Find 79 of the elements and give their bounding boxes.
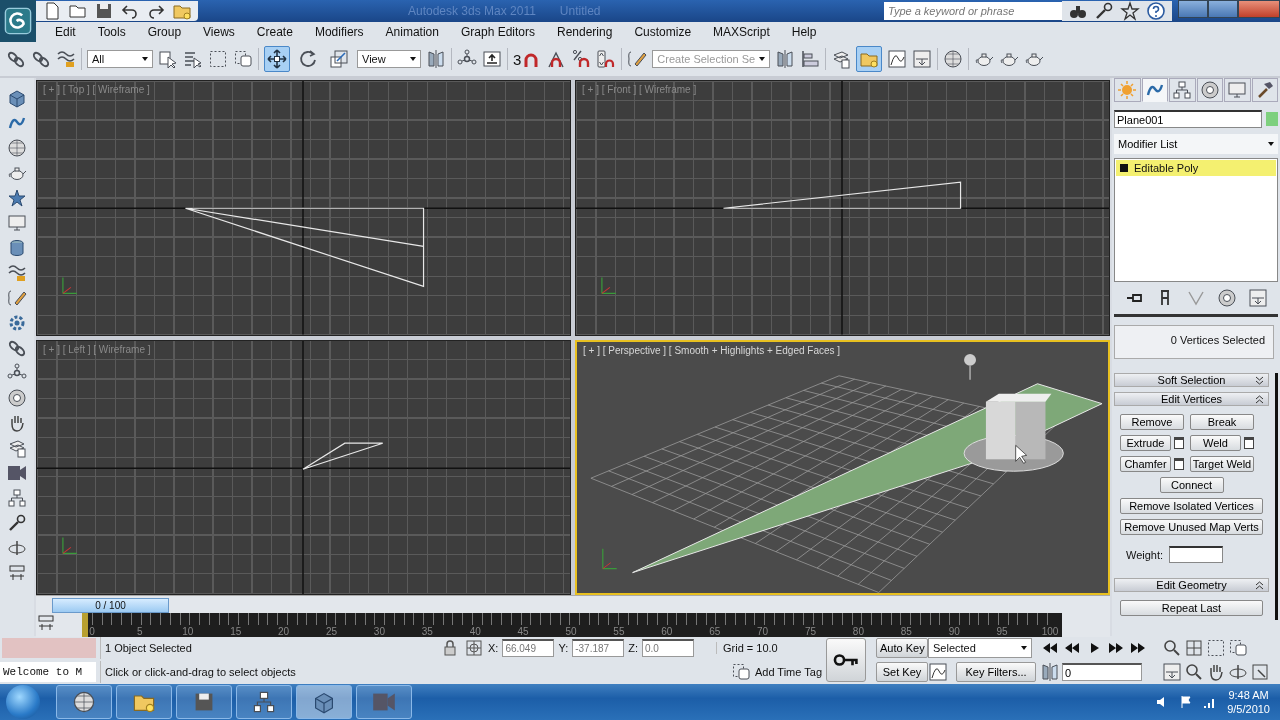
frame-number: 30 — [373, 626, 385, 637]
coordinate-label: Y: — [558, 642, 569, 654]
frame-field[interactable]: 0 — [1062, 663, 1142, 681]
menu-item[interactable]: Group — [136, 23, 193, 41]
menu-item[interactable]: Tools — [86, 23, 137, 41]
coordinate-field[interactable]: -37.187 — [572, 639, 625, 657]
coordinate-label: X: — [488, 642, 499, 654]
menu-item[interactable]: Create — [245, 23, 304, 41]
panel-button[interactable]: Chamfer — [1120, 456, 1171, 472]
frame-number: 15 — [230, 626, 242, 637]
object-name-field[interactable]: Plane001 — [1114, 110, 1262, 128]
search-field[interactable]: Type a keyword or phrase — [884, 2, 1062, 20]
time-slider[interactable]: 0 / 100 — [36, 595, 1110, 613]
menu-item[interactable]: Views — [192, 23, 246, 41]
selection-info: 0 Vertices Selected — [1114, 325, 1274, 359]
menu-item[interactable]: MAXScript — [702, 23, 781, 41]
panel-button[interactable]: Weld — [1190, 435, 1241, 451]
key-filters-button[interactable]: Key Filters... — [956, 662, 1036, 682]
frame-number: 100 — [1041, 626, 1059, 637]
frame-number: 85 — [900, 626, 912, 637]
set-key-button[interactable]: Set Key — [876, 662, 928, 682]
rollout-header[interactable]: Edit Vertices — [1114, 392, 1269, 406]
frame-number: 10 — [182, 626, 194, 637]
weight-label: Weight: — [1126, 548, 1164, 561]
frame-number: 75 — [804, 626, 817, 637]
menu-item[interactable]: Customize — [623, 23, 703, 41]
panel-button[interactable]: Target Weld — [1190, 456, 1254, 472]
coordinate-field[interactable]: 0.0 — [642, 639, 694, 657]
reference-coordinate-dropdown[interactable]: View — [357, 50, 421, 68]
frame-number: 50 — [565, 626, 577, 637]
frame-number: 80 — [852, 626, 864, 637]
selection-filter-dropdown[interactable]: All — [87, 50, 153, 68]
panel-button[interactable]: Break — [1190, 414, 1254, 430]
frame-number: 60 — [661, 626, 673, 637]
frame-number: 25 — [325, 626, 338, 637]
rollout-header[interactable]: Edit Geometry — [1114, 578, 1269, 592]
track-bar[interactable]: 0 5 10 15 20 25 30 35 40 45 50 55 60 65 70 75 80 85 90 95 100 — [82, 613, 1062, 637]
clock-date[interactable]: 9/5/2010 — [1227, 703, 1270, 715]
rollout-header[interactable]: Soft Selection — [1114, 373, 1269, 387]
menu-item[interactable]: Rendering — [546, 23, 624, 41]
frame-number: 40 — [469, 626, 481, 637]
frame-number: 55 — [613, 626, 625, 637]
time-slider-thumb[interactable]: 0 / 100 — [52, 598, 169, 613]
frame-number: 0 — [89, 626, 95, 637]
frame-number: 65 — [709, 626, 721, 637]
time-tag[interactable]: Add Time Tag — [754, 666, 822, 678]
panel-button[interactable]: Connect — [1159, 477, 1224, 493]
maxscript-listener[interactable]: Welcome to M — [0, 662, 96, 682]
frame-number: 95 — [996, 626, 1008, 637]
panel-button[interactable]: Remove — [1120, 414, 1184, 430]
stack-item[interactable]: Editable Poly — [1116, 160, 1276, 176]
panel-button[interactable]: Remove Unused Map Verts — [1120, 519, 1263, 535]
document-title: Untitled — [559, 4, 601, 18]
frame-number: 45 — [517, 626, 529, 637]
window-title: Autodesk 3ds Max 2011 — [408, 4, 536, 18]
snap-label: 3 — [513, 50, 522, 68]
key-mode-dropdown[interactable]: Selected — [928, 638, 1032, 658]
menu-item[interactable]: Graph Editors — [449, 23, 546, 41]
frame-number: 20 — [278, 626, 290, 637]
modifier-list-dropdown[interactable]: Modifier List — [1114, 134, 1278, 154]
selection-status: 1 Object Selected — [100, 637, 440, 659]
menu-item[interactable]: Animation — [374, 23, 450, 41]
menu-item[interactable]: Edit — [44, 23, 87, 41]
auto-key-button[interactable]: Auto Key — [876, 638, 928, 658]
panel-button[interactable]: Repeat Last — [1120, 600, 1263, 616]
prompt-text: Click or click-and-drag to select objects — [100, 661, 716, 683]
viewport-label[interactable]: [ + ] [ Perspective ] [ Smooth + Highlights + Edged Faces ] — [583, 344, 841, 356]
panel-button[interactable]: Extrude — [1120, 435, 1171, 451]
menu-item[interactable]: Modifiers — [303, 23, 375, 41]
frame-number: 70 — [757, 626, 769, 637]
frame-number: 90 — [948, 626, 960, 637]
frame-number: 35 — [421, 626, 433, 637]
clock-time[interactable]: 9:48 AM — [1228, 689, 1269, 701]
panel-button[interactable]: Remove Isolated Vertices — [1120, 498, 1263, 514]
frame-number: 5 — [137, 626, 143, 637]
viewport[interactable]: [ + ] [ Perspective ] [ Smooth + Highlights + Edged Faces ] — [575, 339, 1110, 595]
menu-item[interactable]: Help — [780, 23, 828, 41]
coordinate-label: Z: — [628, 642, 638, 654]
coordinate-field[interactable]: 66.049 — [502, 639, 555, 657]
